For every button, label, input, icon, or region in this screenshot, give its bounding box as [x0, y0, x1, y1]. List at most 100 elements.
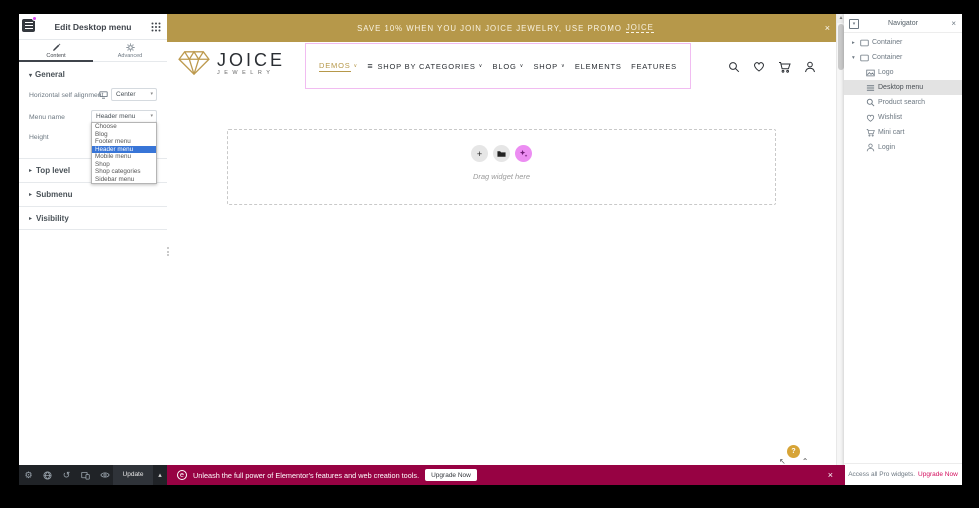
- tree-item-login[interactable]: Login: [844, 140, 962, 155]
- navigator-panel: ▾ Navigator × ▸ Container ▾ Container: [844, 14, 962, 485]
- menu-item-shop[interactable]: SHOP ∨: [533, 62, 565, 71]
- tree-item-container-1[interactable]: ▸ Container: [844, 35, 962, 50]
- elementor-editor: Edit Desktop menu Content: [0, 0, 979, 508]
- tab-advanced-label: Advanced: [118, 53, 142, 59]
- add-template-folder-button[interactable]: [493, 145, 510, 162]
- menu-item-blog[interactable]: BLOG ∨: [493, 62, 525, 71]
- cart-icon[interactable]: [778, 61, 791, 73]
- section-submenu[interactable]: ▸ Submenu: [19, 182, 167, 206]
- menu-name-dropdown: Choose Blog Footer menu Header menu Mobi…: [91, 122, 157, 184]
- gear-icon: [126, 43, 135, 52]
- chevron-down-icon: ▾: [852, 55, 860, 61]
- tree-item-desktop-menu[interactable]: Desktop menu: [844, 80, 962, 95]
- heart-icon: [866, 114, 878, 122]
- tab-content[interactable]: Content: [19, 40, 93, 61]
- chevron-up-icon[interactable]: ▴: [154, 465, 166, 485]
- menu-name-select-value: Header menu: [96, 113, 135, 120]
- preview-scrollbar[interactable]: ▲: [836, 14, 844, 465]
- tree-item-wishlist[interactable]: Wishlist: [844, 110, 962, 125]
- responsive-desktop-icon[interactable]: [99, 91, 108, 99]
- navigator-footer: Access all Pro widgets. Upgrade Now: [844, 463, 962, 485]
- dropdown-option[interactable]: Footer menu: [92, 138, 156, 146]
- dropdown-option[interactable]: Choose: [92, 123, 156, 131]
- dropdown-option[interactable]: Shop: [92, 161, 156, 169]
- chevron-down-icon: ∨: [561, 63, 565, 69]
- promo-code-link[interactable]: JOICE: [626, 23, 654, 33]
- menu-item-label: ELEMENTS: [575, 62, 622, 71]
- menu-item-demos[interactable]: DEMOS ∨: [319, 61, 358, 72]
- dropdown-option[interactable]: Sidebar menu: [92, 176, 156, 184]
- notification-message: Unleash the full power of Elementor's fe…: [193, 471, 419, 480]
- menu-item-label: SHOP BY CATEGORIES: [377, 62, 475, 71]
- section-general[interactable]: ▾General: [29, 70, 65, 79]
- tree-item-label: Product search: [878, 99, 925, 106]
- ai-sparkle-button[interactable]: [515, 145, 532, 162]
- panel-tabs: Content Advanced: [19, 40, 167, 62]
- scrollbar-up-arrow[interactable]: ▲: [837, 14, 844, 23]
- responsive-mode-icon[interactable]: [76, 471, 95, 480]
- menu-item-label: BLOG: [493, 62, 517, 71]
- widget-drop-zone[interactable]: + Drag widget here: [227, 129, 776, 205]
- tree-item-label: Container: [872, 54, 902, 61]
- logo-tagline: JEWELRY: [217, 70, 285, 76]
- tree-item-container-2[interactable]: ▾ Container: [844, 50, 962, 65]
- search-icon[interactable]: [728, 61, 740, 73]
- diamond-logo-icon: [177, 49, 211, 77]
- tree-item-mini-cart[interactable]: Mini cart: [844, 125, 962, 140]
- navigator-header: ▾ Navigator ×: [844, 14, 962, 33]
- dropdown-option[interactable]: Mobile menu: [92, 153, 156, 161]
- pro-widgets-text: Access all Pro widgets.: [848, 471, 915, 478]
- menu-item-features[interactable]: FEATURES: [631, 62, 677, 71]
- site-settings-icon[interactable]: [38, 471, 57, 480]
- close-icon[interactable]: ×: [828, 470, 835, 480]
- promo-bar: SAVE 10% WHEN YOU JOIN JOICE JEWELRY, US…: [167, 14, 844, 42]
- section-top-level-label: Top level: [36, 166, 70, 175]
- scroll-top-glyphs: ↖ ⌃: [779, 457, 825, 465]
- chevron-down-icon: ▾: [29, 73, 32, 79]
- upgrade-now-button[interactable]: Upgrade Now: [425, 469, 477, 481]
- chevron-down-icon: ∨: [354, 63, 358, 69]
- close-icon[interactable]: ×: [825, 14, 830, 42]
- tree-item-label: Desktop menu: [878, 84, 923, 91]
- section-visibility[interactable]: ▸ Visibility: [19, 206, 167, 230]
- wishlist-heart-icon[interactable]: [753, 61, 765, 72]
- preview-eye-icon[interactable]: [95, 471, 114, 479]
- navigator-tree: ▸ Container ▾ Container Logo: [844, 35, 962, 155]
- menu-item-shop-by-categories[interactable]: ≡ SHOP BY CATEGORIES ∨: [367, 62, 483, 71]
- header-icons: [728, 42, 816, 91]
- drop-zone-hint: Drag widget here: [228, 172, 775, 181]
- panel-resize-handle[interactable]: [167, 247, 169, 256]
- alignment-select[interactable]: Center ▾: [111, 88, 157, 101]
- dropdown-option-selected[interactable]: Header menu: [92, 146, 156, 154]
- menu-item-label: DEMOS: [319, 61, 351, 72]
- logo-text: JOICE JEWELRY: [217, 51, 285, 76]
- tree-item-product-search[interactable]: Product search: [844, 95, 962, 110]
- section-visibility-label: Visibility: [36, 214, 69, 223]
- preview-canvas: SAVE 10% WHEN YOU JOIN JOICE JEWELRY, US…: [167, 14, 844, 465]
- widgets-grid-icon[interactable]: [151, 22, 161, 32]
- menu-item-elements[interactable]: ELEMENTS: [575, 62, 622, 71]
- desktop-menu-widget: DEMOS ∨ ≡ SHOP BY CATEGORIES ∨ BLOG ∨ SH…: [305, 43, 691, 89]
- container-icon: [860, 39, 872, 47]
- add-widget-button[interactable]: +: [471, 145, 488, 162]
- alignment-select-value: Center: [116, 91, 136, 98]
- upgrade-now-link[interactable]: Upgrade Now: [918, 471, 958, 478]
- close-icon[interactable]: ×: [951, 14, 956, 33]
- account-user-icon[interactable]: [804, 61, 816, 73]
- update-button[interactable]: Update: [113, 465, 153, 485]
- tree-item-label: Container: [872, 39, 902, 46]
- panel-body: ▾General Horizontal self alignment Cente…: [19, 62, 167, 458]
- height-label: Height: [29, 134, 49, 141]
- history-icon[interactable]: ↺: [57, 471, 76, 480]
- upgrade-notification-bar: e Unleash the full power of Elementor's …: [167, 465, 845, 485]
- dropdown-option[interactable]: Blog: [92, 131, 156, 139]
- site-logo[interactable]: JOICE JEWELRY: [177, 49, 285, 77]
- tree-item-logo[interactable]: Logo: [844, 65, 962, 80]
- dropdown-option[interactable]: Shop categories: [92, 168, 156, 176]
- cart-icon: [866, 128, 878, 137]
- navigator-title: Navigator: [844, 14, 962, 33]
- tab-advanced[interactable]: Advanced: [93, 40, 167, 61]
- section-general-label: General: [35, 70, 65, 79]
- container-icon: [860, 54, 872, 62]
- settings-icon[interactable]: ⚙: [19, 471, 38, 480]
